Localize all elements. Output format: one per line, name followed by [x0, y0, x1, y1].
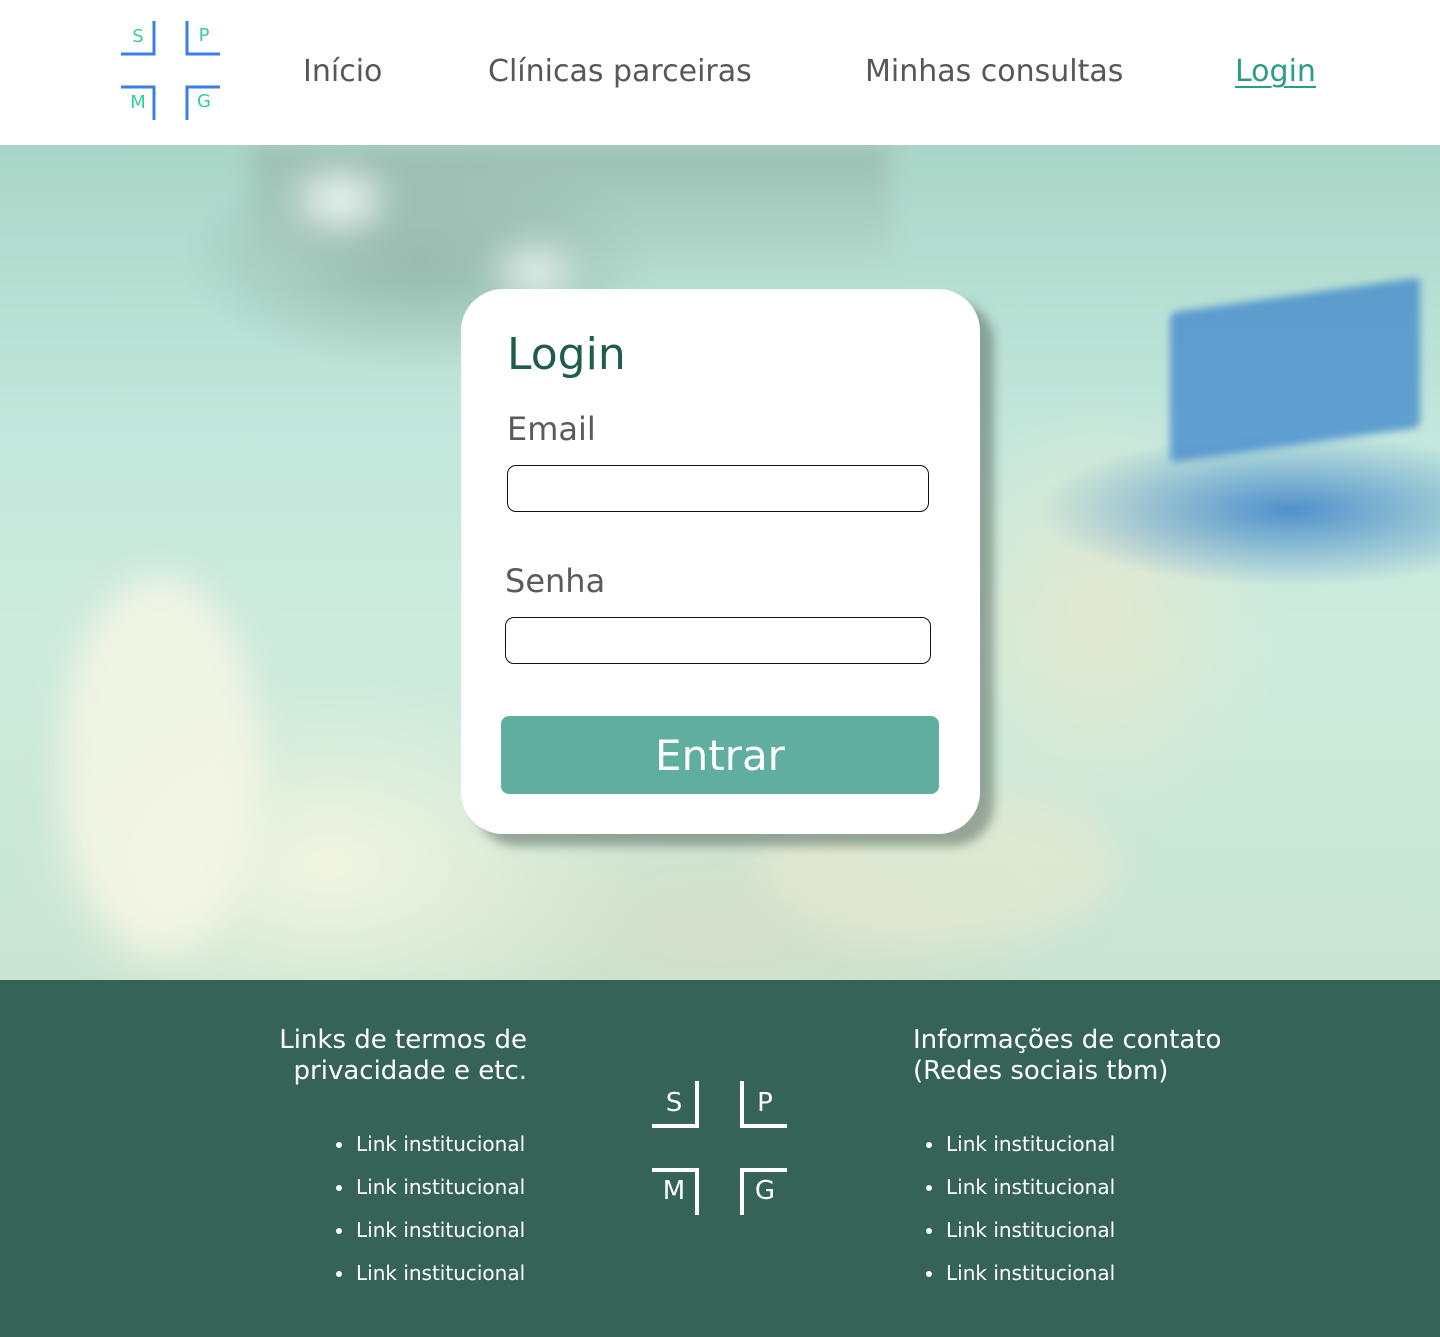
footer-link[interactable]: Link institucional [336, 1218, 525, 1261]
login-card: Login Email Senha Entrar [461, 289, 980, 834]
footer-logo-letter-p: P [757, 1088, 773, 1118]
hero-light-blur [300, 175, 380, 225]
hero-chair-blur [60, 575, 260, 955]
footer-link[interactable]: Link institucional [926, 1175, 1115, 1218]
logo-letter-s: S [132, 26, 144, 47]
nav-login[interactable]: Login [1235, 52, 1316, 92]
email-label: Email [507, 410, 596, 448]
password-input[interactable] [505, 617, 931, 664]
email-input[interactable] [507, 465, 929, 512]
site-footer: Links de termos de privacidade e etc. Li… [0, 980, 1440, 1337]
footer-logo-letter-s: S [665, 1088, 683, 1118]
logo-letter-g: G [197, 91, 211, 112]
footer-link[interactable]: Link institucional [926, 1261, 1115, 1304]
footer-link[interactable]: Link institucional [926, 1132, 1115, 1175]
nav-inicio[interactable]: Início [303, 52, 382, 92]
footer-link[interactable]: Link institucional [336, 1261, 525, 1304]
footer-left-links: Link institucional Link institucional Li… [336, 1132, 525, 1304]
login-title: Login [507, 329, 626, 380]
hero-tv-blur [1170, 277, 1420, 463]
footer-logo-letter-g: G [754, 1176, 776, 1206]
nav-clinicas-parceiras[interactable]: Clínicas parceiras [488, 52, 752, 92]
logo-letter-p: P [198, 25, 210, 46]
footer-left-heading: Links de termos de privacidade e etc. [279, 1025, 527, 1086]
footer-right-heading: Informações de contato (Redes sociais tb… [913, 1025, 1222, 1086]
footer-right-links: Link institucional Link institucional Li… [926, 1132, 1115, 1304]
logo-letter-m: M [130, 92, 146, 113]
footer-link[interactable]: Link institucional [926, 1218, 1115, 1261]
footer-link[interactable]: Link institucional [336, 1132, 525, 1175]
logo[interactable]: S P M G [120, 20, 222, 122]
footer-logo-letter-m: M [662, 1176, 686, 1206]
footer-logo[interactable]: S P M G [651, 1080, 789, 1218]
password-label: Senha [505, 562, 606, 600]
site-header: S P M G Início Clínicas parceiras Minhas… [0, 0, 1440, 145]
footer-link[interactable]: Link institucional [336, 1175, 525, 1218]
entrar-button[interactable]: Entrar [501, 716, 939, 794]
nav-minhas-consultas[interactable]: Minhas consultas [865, 52, 1123, 92]
